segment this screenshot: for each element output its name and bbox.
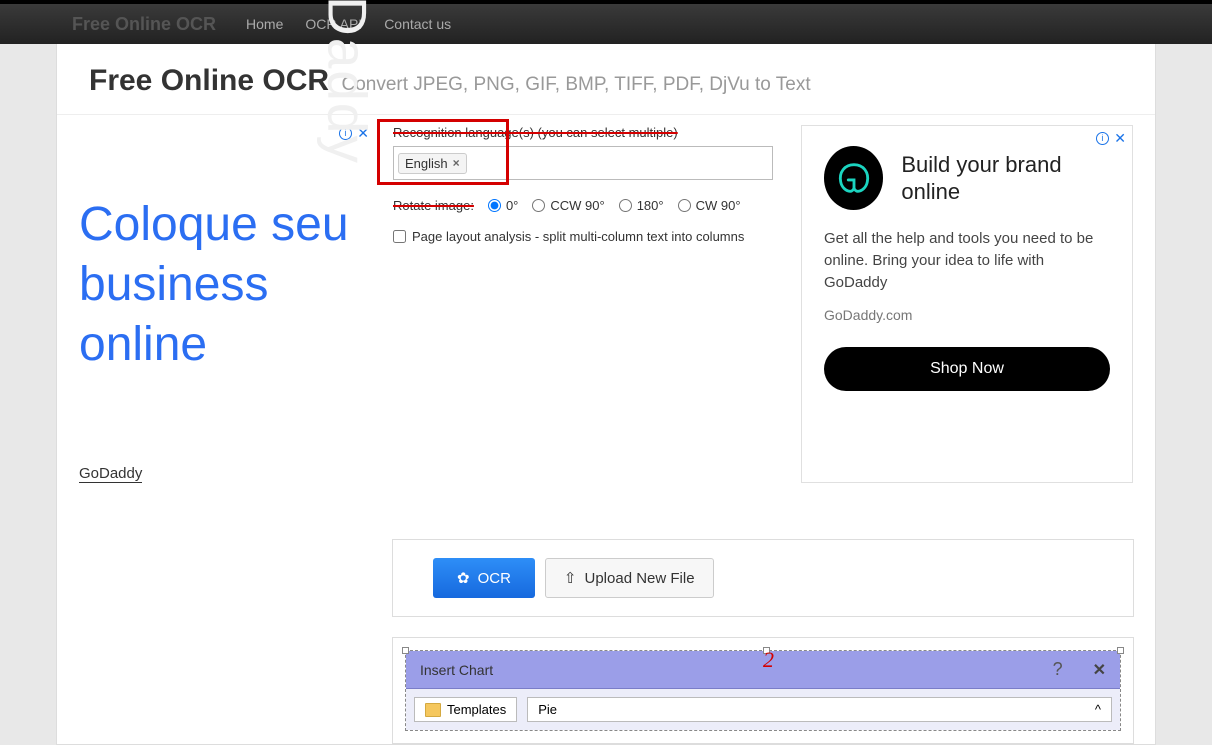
layout-analysis-label: Page layout analysis - split multi-colum… bbox=[412, 229, 744, 244]
rotate-0-radio[interactable]: 0° bbox=[488, 198, 518, 213]
godaddy-logo-icon bbox=[824, 146, 883, 210]
templates-item[interactable]: Templates bbox=[414, 697, 517, 722]
language-tag-label: English bbox=[405, 156, 448, 171]
right-ad-description: Get all the help and tools you need to b… bbox=[824, 228, 1110, 293]
selection-handle[interactable] bbox=[1117, 647, 1124, 654]
right-ad-title: Build your brand online bbox=[901, 151, 1110, 206]
ocr-button-label: OCR bbox=[478, 570, 511, 587]
insert-chart-title: Insert Chart bbox=[420, 662, 493, 678]
nav-ocr-api[interactable]: OCR API bbox=[305, 16, 362, 32]
right-ad-site: GoDaddy.com bbox=[824, 307, 1110, 323]
left-ad-domain-link[interactable]: GoDaddy bbox=[79, 465, 142, 483]
page-subtitle: Convert JPEG, PNG, GIF, BMP, TIFF, PDF, … bbox=[342, 74, 811, 95]
language-select-input[interactable]: English × bbox=[393, 146, 773, 180]
ocr-form: Recognition language(s) (you can select … bbox=[393, 125, 777, 483]
nav-home[interactable]: Home bbox=[246, 16, 283, 32]
rotate-180-radio[interactable]: 180° bbox=[619, 198, 664, 213]
annotation-number: 2 bbox=[763, 647, 774, 673]
shop-now-button[interactable]: Shop Now bbox=[824, 347, 1110, 391]
ocr-result-panel: 2 Insert Chart ? ✕ Templates Pie ^ bbox=[392, 637, 1134, 744]
close-icon[interactable]: ✕ bbox=[1093, 660, 1106, 680]
left-ad-headline[interactable]: Coloque seu business online bbox=[79, 195, 369, 375]
insert-chart-window: 2 Insert Chart ? ✕ Templates Pie ^ bbox=[405, 650, 1121, 731]
top-nav-bar: Free Online OCR Home OCR API Contact us bbox=[0, 0, 1212, 44]
folder-icon bbox=[425, 703, 441, 717]
left-ad-panel: i ✕ GoDaddy Coloque seu business online … bbox=[79, 125, 369, 483]
right-ad-panel: i ✕ Build your brand online Get all the … bbox=[801, 125, 1133, 483]
remove-language-icon[interactable]: × bbox=[453, 156, 460, 170]
language-tag-english: English × bbox=[398, 153, 467, 174]
selection-handle[interactable] bbox=[402, 647, 409, 654]
help-icon[interactable]: ? bbox=[1053, 659, 1063, 680]
ocr-button[interactable]: ✿ OCR bbox=[433, 558, 535, 598]
nav-brand[interactable]: Free Online OCR bbox=[72, 14, 216, 35]
templates-label: Templates bbox=[447, 702, 506, 717]
ad-info-icon[interactable]: i bbox=[1096, 132, 1109, 145]
page-header: Free Online OCR Convert JPEG, PNG, GIF, … bbox=[57, 44, 1155, 115]
rotate-ccw-radio[interactable]: CCW 90° bbox=[532, 198, 604, 213]
page-title: Free Online OCR bbox=[89, 64, 329, 98]
chart-type-value: Pie bbox=[538, 702, 557, 717]
upload-new-file-button[interactable]: ⇧ Upload New File bbox=[545, 558, 714, 598]
language-label: Recognition language(s) (you can select … bbox=[393, 125, 777, 140]
nav-contact[interactable]: Contact us bbox=[384, 16, 451, 32]
layout-analysis-checkbox[interactable] bbox=[393, 230, 406, 243]
actions-panel: ✿ OCR ⇧ Upload New File bbox=[392, 539, 1134, 617]
gear-icon: ✿ bbox=[457, 569, 470, 587]
upload-button-label: Upload New File bbox=[585, 570, 695, 587]
chart-type-select[interactable]: Pie ^ bbox=[527, 697, 1112, 722]
rotate-label: Rotate image: bbox=[393, 198, 474, 213]
rotate-cw-radio[interactable]: CW 90° bbox=[678, 198, 741, 213]
ad-close-icon[interactable]: ✕ bbox=[1114, 130, 1126, 146]
page-container: Free Online OCR Convert JPEG, PNG, GIF, … bbox=[56, 44, 1156, 745]
upload-icon: ⇧ bbox=[564, 569, 577, 587]
chevron-up-icon: ^ bbox=[1095, 702, 1101, 717]
